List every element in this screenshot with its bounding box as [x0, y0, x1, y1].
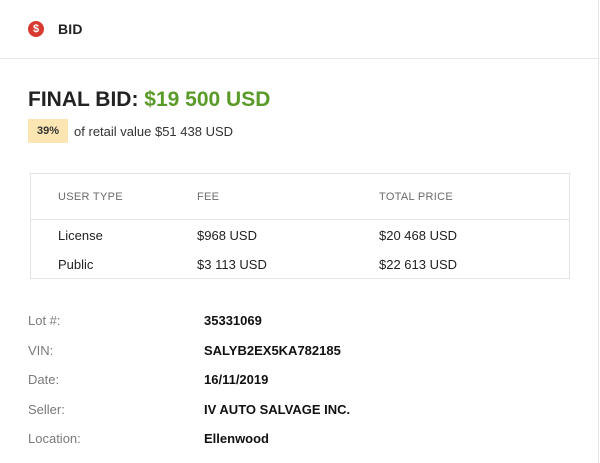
retail-percent-badge: 39%	[28, 119, 69, 143]
table-row: Public $3 113 USD $22 613 USD	[31, 250, 569, 279]
detail-row-location: Location: Ellenwood	[28, 424, 350, 454]
retail-value-text: of retail value $51 438 USD	[74, 123, 234, 139]
date-value: 16/11/2019	[204, 372, 269, 388]
retail-value-line: 39% of retail value $51 438 USD	[28, 119, 233, 143]
fee-table-header: USER TYPE FEE TOTAL PRICE	[31, 174, 569, 220]
bid-header: $ BID	[0, 0, 598, 59]
user-type-cell: License	[58, 228, 103, 243]
dollar-icon: $	[28, 21, 44, 37]
fee-table: USER TYPE FEE TOTAL PRICE License $968 U…	[30, 173, 570, 279]
detail-row-lot: Lot #: 35331069	[28, 306, 350, 336]
detail-label: Date:	[28, 372, 60, 388]
fee-cell: $968 USD	[197, 228, 257, 243]
user-type-cell: Public	[58, 257, 94, 272]
lot-number-value: 35331069	[204, 313, 262, 329]
fee-table-body: License $968 USD $20 468 USD Public $3 1…	[31, 220, 569, 279]
final-bid-amount: $19 500 USD	[144, 88, 271, 111]
detail-label: Location:	[28, 431, 81, 447]
final-bid-label: FINAL BID:	[28, 88, 139, 111]
fee-cell: $3 113 USD	[197, 257, 267, 272]
detail-label: Lot #:	[28, 313, 61, 329]
total-price-cell: $22 613 USD	[379, 257, 458, 272]
column-header-total-price: TOTAL PRICE	[379, 190, 453, 203]
column-header-user-type: USER TYPE	[58, 190, 123, 203]
detail-label: VIN:	[28, 342, 54, 358]
final-bid-heading: FINAL BID: $19 500 USD	[28, 88, 270, 112]
bid-section-title: BID	[58, 21, 83, 37]
detail-row-vin: VIN: SALYB2EX5KA782185	[28, 336, 350, 366]
bid-card: $ BID FINAL BID: $19 500 USD 39% of reta…	[0, 0, 599, 463]
table-row: License $968 USD $20 468 USD	[31, 221, 569, 250]
total-price-cell: $20 468 USD	[379, 228, 458, 243]
detail-row-seller: Seller: IV AUTO SALVAGE INC.	[28, 395, 350, 425]
detail-label: Seller:	[28, 401, 65, 417]
location-value: Ellenwood	[204, 431, 269, 447]
vin-value: SALYB2EX5KA782185	[204, 342, 341, 358]
detail-row-date: Date: 16/11/2019	[28, 365, 350, 395]
seller-value: IV AUTO SALVAGE INC.	[204, 401, 351, 417]
lot-details: Lot #: 35331069 VIN: SALYB2EX5KA782185 D…	[28, 306, 350, 454]
column-header-fee: FEE	[197, 190, 220, 203]
